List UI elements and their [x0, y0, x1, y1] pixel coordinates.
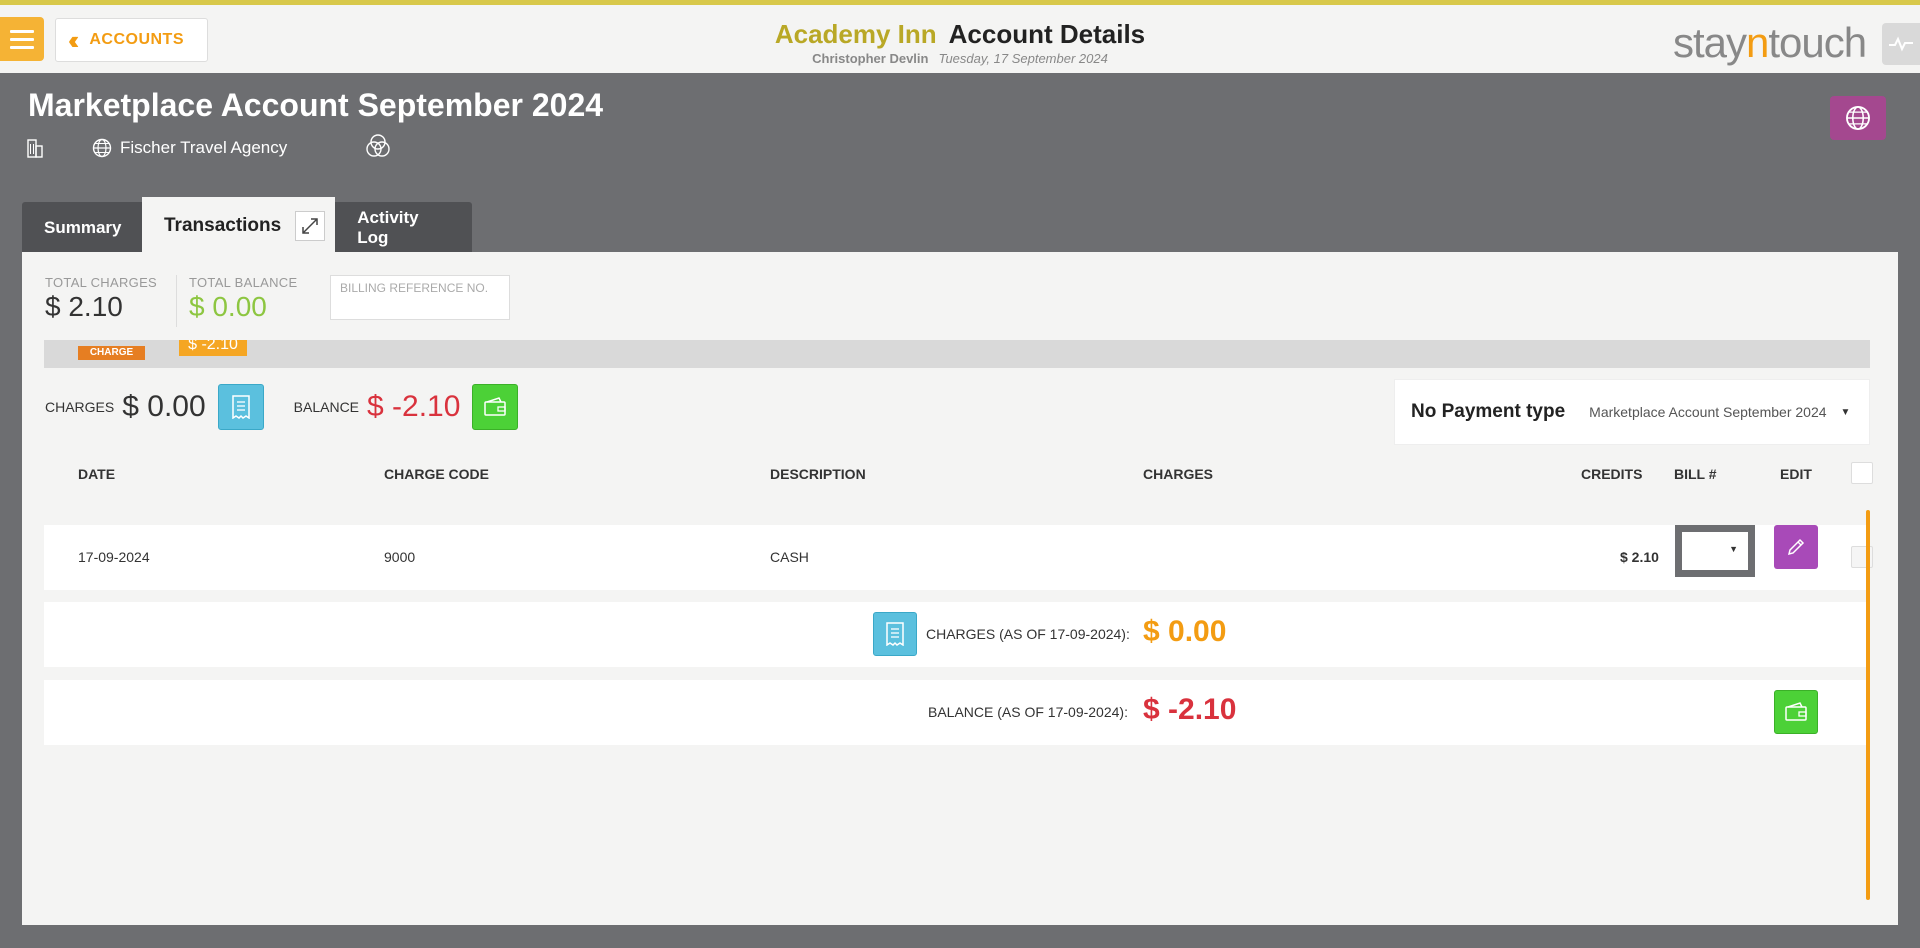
activity-pulse-button[interactable] — [1882, 23, 1920, 65]
charges-as-of-value: $ 0.00 — [1143, 615, 1227, 648]
table-header: DATE CHARGE CODE DESCRIPTION CHARGES CRE… — [44, 458, 1873, 488]
hamburger-icon — [10, 29, 34, 33]
charge-tag-amount: $ -2.10 — [179, 340, 247, 356]
bill-charges-label: CHARGES — [45, 399, 115, 415]
charges-as-of-label: CHARGES (AS OF 17-09-2024): — [926, 626, 1130, 642]
travel-agency-name: Fischer Travel Agency — [120, 138, 288, 157]
total-charges: TOTAL CHARGES $ 2.10 — [45, 275, 158, 322]
invoice-button[interactable] — [217, 384, 264, 430]
hamburger-icon — [10, 37, 34, 41]
table-row[interactable]: 17-09-2024 9000 CASH $ 2.10 ▼ — [44, 525, 1873, 590]
hotel-name: Academy Inn — [774, 19, 937, 49]
bill-charges-value: $ 0.00 — [122, 390, 206, 423]
globe-icon — [92, 138, 112, 158]
total-balance: TOTAL BALANCE $ 0.00 — [176, 275, 297, 327]
double-chevron-left-icon: ‹‹ — [68, 25, 80, 55]
balance-as-of-value: $ -2.10 — [1143, 693, 1237, 726]
travel-agency[interactable]: Fischer Travel Agency — [92, 138, 287, 158]
pulse-icon — [1889, 36, 1913, 52]
payment-button[interactable] — [1774, 690, 1818, 734]
header-title-block: Academy Inn Account Details Christopher D… — [760, 19, 1160, 66]
col-bill-number: BILL # — [1674, 466, 1717, 482]
charges-summary-row: CHARGES (AS OF 17-09-2024): $ 0.00 — [44, 602, 1870, 667]
row-date: 17-09-2024 — [78, 549, 150, 565]
edit-transaction-button[interactable] — [1774, 525, 1818, 569]
transactions-panel: TOTAL CHARGES $ 2.10 TOTAL BALANCE $ 0.0… — [22, 252, 1898, 925]
row-description: CASH — [770, 549, 809, 565]
payment-type-label: No Payment type — [1411, 401, 1566, 422]
menu-button[interactable] — [0, 17, 44, 61]
col-charge-code: CHARGE CODE — [384, 466, 490, 482]
select-all-checkbox[interactable] — [1851, 462, 1873, 484]
wallet-icon — [1785, 702, 1807, 721]
account-tabs: Summary Transactions Activity Log — [22, 197, 473, 254]
pencil-icon — [1787, 538, 1805, 556]
invoice-button[interactable] — [873, 612, 917, 656]
col-credits: CREDITS — [1581, 466, 1643, 482]
account-title: Marketplace Account September 2024 — [28, 87, 604, 123]
balance-as-of-label: BALANCE (AS OF 17-09-2024): — [928, 704, 1128, 720]
globe-button[interactable] — [1830, 96, 1886, 140]
caret-down-icon: ▼ — [1840, 406, 1851, 418]
groups-link[interactable] — [365, 133, 391, 164]
payment-button[interactable] — [472, 384, 519, 430]
tab-summary[interactable]: Summary — [22, 202, 142, 254]
col-description: DESCRIPTION — [770, 466, 866, 482]
wallet-icon — [484, 397, 507, 416]
popout-button[interactable] — [295, 210, 326, 241]
brand-logo: stayntouch — [1673, 19, 1867, 66]
col-charges: CHARGES — [1143, 466, 1214, 482]
tab-transactions[interactable]: Transactions — [142, 197, 336, 254]
top-header: ‹‹ ACCOUNTS Academy Inn Account Details C… — [0, 0, 1920, 73]
account-meta: Fischer Travel Agency — [26, 133, 391, 160]
back-to-accounts-button[interactable]: ‹‹ ACCOUNTS — [55, 18, 208, 62]
circles-icon — [366, 133, 390, 157]
billing-reference-input[interactable]: BILLING REFERENCE NO. — [330, 275, 510, 320]
bill-balance-label: BALANCE — [293, 399, 360, 415]
row-charge-code: 9000 — [384, 549, 416, 565]
totals-bar: TOTAL CHARGES $ 2.10 TOTAL BALANCE $ 0.0… — [22, 252, 1898, 340]
bill-number-select[interactable]: ▼ — [1675, 525, 1755, 577]
receipt-icon — [231, 395, 250, 419]
back-button-label: ACCOUNTS — [89, 31, 184, 48]
hamburger-icon — [10, 45, 34, 49]
bill-balance-value: $ -2.10 — [367, 390, 461, 423]
total-balance-value: $ 0.00 — [189, 291, 267, 322]
payment-type-selected: Marketplace Account September 2024 — [1589, 404, 1827, 420]
charge-tag: CHARGE — [78, 346, 145, 360]
row-credits: $ 2.10 — [1620, 549, 1659, 565]
building-icon — [27, 139, 43, 158]
globe-icon — [1846, 106, 1870, 130]
bill-summary: CHARGES $ 0.00 BALANCE $ -2.10 — [45, 384, 519, 430]
caret-down-icon: ▼ — [1729, 544, 1738, 554]
payment-type-selector[interactable]: No Payment type Marketplace Account Sept… — [1394, 379, 1870, 445]
col-edit: EDIT — [1780, 466, 1812, 482]
col-date: DATE — [78, 466, 116, 482]
page-title: Account Details — [948, 19, 1146, 49]
bill-header-strip: CHARGE $ -2.10 — [44, 340, 1870, 368]
total-charges-value: $ 2.10 — [45, 291, 123, 322]
tab-transactions-label: Transactions — [164, 214, 282, 236]
bill-scroll-area[interactable]: CHARGE $ -2.10 CHARGES $ 0.00 BALANCE $ … — [22, 340, 1898, 925]
tab-activity-log[interactable]: Activity Log — [335, 202, 473, 254]
expand-icon — [302, 217, 318, 234]
user-name: Christopher Devlin — [812, 51, 929, 66]
vertical-scrollbar[interactable] — [1866, 510, 1870, 900]
receipt-icon — [886, 622, 904, 646]
balance-summary-row: BALANCE (AS OF 17-09-2024): $ -2.10 — [44, 680, 1870, 745]
business-date: Tuesday, 17 September 2024 — [938, 51, 1108, 66]
